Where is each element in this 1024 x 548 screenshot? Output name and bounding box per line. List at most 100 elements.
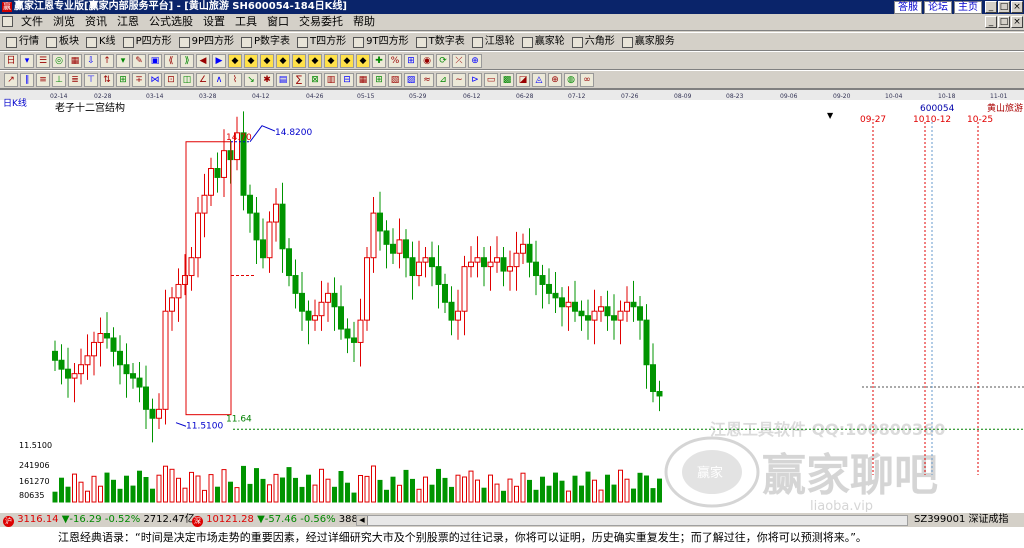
drawing-tool-11-icon[interactable]: ◫ [180, 73, 194, 87]
toolbar-button-6[interactable]: T四方形 [297, 35, 346, 49]
kline-chart[interactable]: 02-14 02-28 03-14 03-28 04-12 04-26 05-15 05-29… [0, 90, 1024, 513]
drawing-tool-19-icon[interactable]: ⊠ [308, 73, 322, 87]
drawing-tool-13-icon[interactable]: ∧ [212, 73, 226, 87]
drawing-tool-27-icon[interactable]: ⊿ [436, 73, 450, 87]
chart-menu-dropdown[interactable]: ▼ [827, 111, 834, 120]
drawing-tool-8-icon[interactable]: ∓ [132, 73, 146, 87]
drawing-tool-31-icon[interactable]: ▩ [500, 73, 514, 87]
chart-tool-26-icon[interactable]: ◉ [420, 54, 434, 68]
drawing-tool-5-icon[interactable]: ⊤ [84, 73, 98, 87]
chart-tool-18-icon[interactable]: ◆ [292, 54, 306, 68]
toolbar-button-9[interactable]: 江恩轮 [471, 35, 515, 49]
menu-news[interactable]: 资讯 [80, 15, 112, 29]
child-restore-button[interactable]: □ [998, 16, 1010, 28]
menu-browse[interactable]: 浏览 [48, 15, 80, 29]
drawing-tool-1-icon[interactable]: ∥ [20, 73, 34, 87]
menu-tools[interactable]: 工具 [230, 15, 262, 29]
chart-tool-23-icon[interactable]: ✚ [372, 54, 386, 68]
drawing-tool-7-icon[interactable]: ⊞ [116, 73, 130, 87]
toolbar-button-7[interactable]: 9T四方形 [353, 35, 409, 49]
toolbar-button-11[interactable]: 六角形 [571, 35, 615, 49]
chart-tool-22-icon[interactable]: ◆ [356, 54, 370, 68]
menu-gann[interactable]: 江恩 [112, 15, 144, 29]
chart-tool-27-icon[interactable]: ⟳ [436, 54, 450, 68]
chart-tool-14-icon[interactable]: ◆ [228, 54, 242, 68]
toolbar-button-8[interactable]: T数字表 [415, 35, 465, 49]
chart-tool-6-icon[interactable]: ↑ [100, 54, 114, 68]
drawing-tool-12-icon[interactable]: ∠ [196, 73, 210, 87]
chart-tool-2-icon[interactable]: ☰ [36, 54, 50, 68]
drawing-tool-33-icon[interactable]: ◬ [532, 73, 546, 87]
chart-tool-16-icon[interactable]: ◆ [260, 54, 274, 68]
menu-window[interactable]: 窗口 [262, 15, 294, 29]
drawing-tool-17-icon[interactable]: ▤ [276, 73, 290, 87]
chart-tool-29-icon[interactable]: ⊕ [468, 54, 482, 68]
chart-tool-3-icon[interactable]: ◎ [52, 54, 66, 68]
toolbar-button-4[interactable]: 9P四方形 [178, 35, 234, 49]
drawing-tool-6-icon[interactable]: ⇅ [100, 73, 114, 87]
drawing-tool-21-icon[interactable]: ⊟ [340, 73, 354, 87]
chart-tool-9-icon[interactable]: ▣ [148, 54, 162, 68]
toolbar-button-2[interactable]: K线 [86, 35, 116, 49]
chart-tool-13-icon[interactable]: ▶ [212, 54, 226, 68]
drawing-tool-16-icon[interactable]: ✱ [260, 73, 274, 87]
drawing-tool-35-icon[interactable]: ◍ [564, 73, 578, 87]
chart-tool-17-icon[interactable]: ◆ [276, 54, 290, 68]
scroll-left-arrow-icon[interactable]: ◀ [357, 516, 368, 525]
chart-tool-5-icon[interactable]: ⇩ [84, 54, 98, 68]
drawing-tool-25-icon[interactable]: ▨ [404, 73, 418, 87]
answer-service-link[interactable]: 答服 [894, 1, 922, 14]
chart-tool-15-icon[interactable]: ◆ [244, 54, 258, 68]
chart-tool-4-icon[interactable]: ▦ [68, 54, 82, 68]
chart-tool-11-icon[interactable]: ⟫ [180, 54, 194, 68]
child-close-button[interactable]: × [1011, 16, 1023, 28]
close-button[interactable]: × [1011, 1, 1023, 13]
toolbar-button-10[interactable]: 赢家轮 [521, 35, 565, 49]
drawing-tool-28-icon[interactable]: ∼ [452, 73, 466, 87]
chart-tool-21-icon[interactable]: ◆ [340, 54, 354, 68]
chart-tool-7-icon[interactable]: ▾ [116, 54, 130, 68]
drawing-tool-30-icon[interactable]: ▭ [484, 73, 498, 87]
toolbar-button-5[interactable]: P数字表 [241, 35, 290, 49]
drawing-tool-20-icon[interactable]: ▥ [324, 73, 338, 87]
chart-tool-0-icon[interactable]: 日 [4, 54, 18, 68]
drawing-tool-29-icon[interactable]: ⊳ [468, 73, 482, 87]
drawing-tool-4-icon[interactable]: ≣ [68, 73, 82, 87]
menu-trading[interactable]: 交易委托 [294, 15, 348, 29]
minimize-button[interactable]: _ [985, 1, 997, 13]
chart-tool-12-icon[interactable]: ◀ [196, 54, 210, 68]
toolbar-button-1[interactable]: 板块 [46, 35, 79, 49]
drawing-tool-10-icon[interactable]: ⊡ [164, 73, 178, 87]
menu-formula-screener[interactable]: 公式选股 [144, 15, 198, 29]
drawing-tool-15-icon[interactable]: ↘ [244, 73, 258, 87]
chart-tool-28-icon[interactable]: ⤫ [452, 54, 466, 68]
chart-tool-19-icon[interactable]: ◆ [308, 54, 322, 68]
horizontal-scrollbar[interactable]: ◀ [356, 515, 908, 526]
chart-tool-8-icon[interactable]: ✎ [132, 54, 146, 68]
menu-help[interactable]: 帮助 [348, 15, 380, 29]
toolbar-button-12[interactable]: 赢家服务 [621, 35, 675, 49]
drawing-tool-18-icon[interactable]: ∑ [292, 73, 306, 87]
sh-index-group[interactable]: 沪 3116.14 ▼-16.29 -0.52% 2712.47亿 [3, 513, 195, 527]
chart-tool-24-icon[interactable]: % [388, 54, 402, 68]
drawing-tool-22-icon[interactable]: ▦ [356, 73, 370, 87]
drawing-tool-3-icon[interactable]: ⊥ [52, 73, 66, 87]
forum-link[interactable]: 论坛 [924, 1, 952, 14]
drawing-tool-23-icon[interactable]: ⊞ [372, 73, 386, 87]
drawing-tool-0-icon[interactable]: ↗ [4, 73, 18, 87]
chart-tool-1-icon[interactable]: ▾ [20, 54, 34, 68]
chart-tool-25-icon[interactable]: ⊞ [404, 54, 418, 68]
toolbar-button-0[interactable]: 行情 [6, 35, 39, 49]
toolbar-button-3[interactable]: P四方形 [122, 35, 172, 49]
menu-settings[interactable]: 设置 [198, 15, 230, 29]
maximize-button[interactable]: □ [998, 1, 1010, 13]
drawing-tool-36-icon[interactable]: ∞ [580, 73, 594, 87]
kline-chart-panel[interactable]: 02-14 02-28 03-14 03-28 04-12 04-26 05-15 05-29… [0, 89, 1024, 513]
sz-index-group[interactable]: 深 10121.28 ▼-57.46 -0.56% 3885.0 [192, 513, 374, 527]
drawing-tool-32-icon[interactable]: ◪ [516, 73, 530, 87]
drawing-tool-26-icon[interactable]: ≈ [420, 73, 434, 87]
homepage-link[interactable]: 主页 [954, 1, 982, 14]
drawing-tool-2-icon[interactable]: ≡ [36, 73, 50, 87]
drawing-tool-24-icon[interactable]: ▧ [388, 73, 402, 87]
drawing-tool-9-icon[interactable]: ⋈ [148, 73, 162, 87]
